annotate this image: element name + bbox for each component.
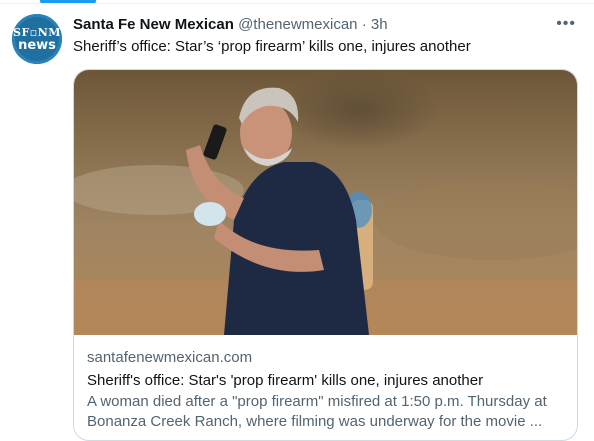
tweet-timestamp[interactable]: 3h bbox=[371, 16, 388, 33]
tweet-text: Sheriff’s office: Star’s ‘prop firearm’ … bbox=[73, 38, 471, 55]
card-image[interactable] bbox=[74, 70, 578, 335]
divider bbox=[0, 3, 594, 4]
card-domain[interactable]: santafenewmexican.com bbox=[87, 348, 567, 368]
tweet-header: Santa Fe New Mexican @thenewmexican · 3h bbox=[73, 15, 554, 35]
card-description: A woman died after a "prop firearm" misf… bbox=[87, 393, 547, 430]
avatar-text-bottom: news bbox=[18, 37, 56, 53]
link-card[interactable]: santafenewmexican.com Sheriff's office: … bbox=[73, 69, 578, 441]
author-handle[interactable]: @thenewmexican bbox=[238, 16, 357, 33]
author-name[interactable]: Santa Fe New Mexican bbox=[73, 16, 234, 33]
card-meta: santafenewmexican.com Sheriff's office: … bbox=[87, 348, 567, 432]
more-horizontal-icon[interactable]: ••• bbox=[556, 15, 576, 33]
avatar[interactable]: SF▫NM news bbox=[12, 14, 62, 64]
separator: · bbox=[361, 16, 367, 33]
card-title[interactable]: Sheriff's office: Star's 'prop firearm' … bbox=[87, 371, 567, 391]
avatar-text-top: SF▫NM bbox=[13, 25, 61, 39]
